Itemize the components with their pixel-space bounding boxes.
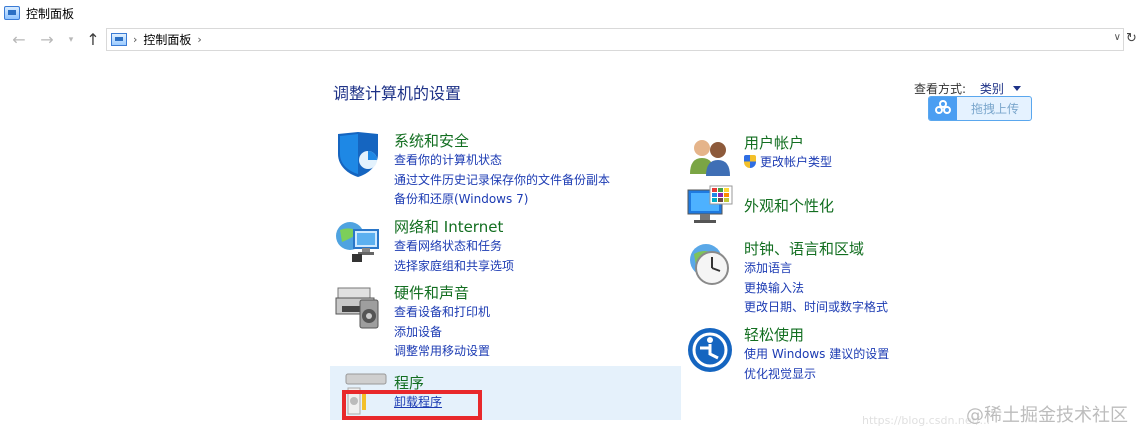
annotation-highlight-box	[342, 390, 482, 420]
category-title-network-internet[interactable]: 网络和 Internet	[394, 216, 514, 237]
user-accounts-icon	[690, 140, 730, 176]
view-by-label: 查看方式:	[914, 82, 967, 96]
link-recommended-settings[interactable]: 使用 Windows 建议的设置	[744, 345, 889, 365]
navigation-bar: ← → ▾ ↑ › 控制面板 › ∨ ↻	[0, 28, 1144, 52]
link-homegroup-sharing[interactable]: 选择家庭组和共享选项	[394, 257, 514, 277]
upload-cloud-icon	[929, 97, 957, 120]
category-title-appearance[interactable]: 外观和个性化	[744, 195, 834, 216]
category-hardware-sound: 硬件和声音 查看设备和打印机 添加设备 调整常用移动设置	[394, 282, 490, 362]
link-change-input-method[interactable]: 更换输入法	[744, 279, 888, 299]
link-change-account-type[interactable]: 更改帐户类型	[744, 153, 832, 173]
control-panel-icon	[111, 33, 127, 46]
forward-icon[interactable]: →	[38, 30, 56, 50]
ease-of-access-icon	[688, 328, 732, 372]
back-icon[interactable]: ←	[10, 30, 28, 50]
watermark: @稀土掘金技术社区	[966, 405, 1128, 426]
control-panel-icon	[4, 6, 20, 20]
category-appearance-personalization: 外观和个性化	[744, 195, 834, 216]
link-add-language[interactable]: 添加语言	[744, 259, 888, 279]
chevron-right-icon[interactable]: ›	[197, 33, 201, 46]
clock-globe-icon	[690, 244, 729, 285]
category-title-ease-of-access[interactable]: 轻松使用	[744, 324, 889, 345]
page-title: 调整计算机的设置	[333, 84, 462, 103]
link-mobility-settings[interactable]: 调整常用移动设置	[394, 342, 490, 362]
caret-down-icon[interactable]	[1012, 86, 1021, 91]
category-network-internet: 网络和 Internet 查看网络状态和任务 选择家庭组和共享选项	[394, 216, 514, 276]
link-change-date-time-format[interactable]: 更改日期、时间或数字格式	[744, 298, 888, 318]
link-backup-restore[interactable]: 备份和还原(Windows 7)	[394, 190, 610, 210]
up-icon[interactable]: ↑	[84, 30, 102, 50]
link-devices-printers[interactable]: 查看设备和打印机	[394, 303, 490, 323]
title-bar: 控制面板	[0, 0, 1144, 26]
window-title: 控制面板	[26, 6, 75, 21]
category-title-system-security[interactable]: 系统和安全	[394, 130, 610, 151]
appearance-personalization-icon	[687, 185, 733, 223]
category-system-security: 系统和安全 查看你的计算机状态 通过文件历史记录保存你的文件备份副本 备份和还原…	[394, 130, 610, 210]
link-network-status-tasks[interactable]: 查看网络状态和任务	[394, 237, 514, 257]
category-title-hardware-sound[interactable]: 硬件和声音	[394, 282, 490, 303]
chevron-down-icon[interactable]: ∨	[1114, 32, 1121, 43]
link-add-device[interactable]: 添加设备	[394, 323, 490, 343]
printer-speaker-icon	[335, 287, 379, 329]
category-user-accounts: 用户帐户 更改帐户类型	[744, 132, 832, 173]
breadcrumb-control-panel[interactable]: 控制面板	[143, 31, 191, 48]
drag-upload-label: 拖拽上传	[971, 102, 1020, 116]
drag-upload-button[interactable]: 拖拽上传	[928, 96, 1032, 121]
view-by-dropdown[interactable]: 类别	[980, 82, 1004, 96]
address-bar[interactable]: › 控制面板 › ∨	[106, 28, 1124, 51]
category-title-clock-language-region[interactable]: 时钟、语言和区域	[744, 238, 888, 259]
link-file-history-backup[interactable]: 通过文件历史记录保存你的文件备份副本	[394, 171, 610, 191]
chevron-right-icon[interactable]: ›	[133, 33, 137, 46]
recent-locations-icon[interactable]: ▾	[62, 30, 80, 50]
view-by: 查看方式: 类别	[914, 80, 1021, 97]
category-title-user-accounts[interactable]: 用户帐户	[744, 132, 832, 153]
category-clock-language-region: 时钟、语言和区域 添加语言 更换输入法 更改日期、时间或数字格式	[744, 238, 888, 318]
link-view-computer-status[interactable]: 查看你的计算机状态	[394, 151, 610, 171]
network-globe-icon	[336, 222, 379, 262]
category-ease-of-access: 轻松使用 使用 Windows 建议的设置 优化视觉显示	[744, 324, 889, 384]
refresh-icon[interactable]: ↻	[1126, 31, 1137, 46]
link-optimize-visual-display[interactable]: 优化视觉显示	[744, 365, 889, 385]
shield-icon	[338, 132, 378, 177]
